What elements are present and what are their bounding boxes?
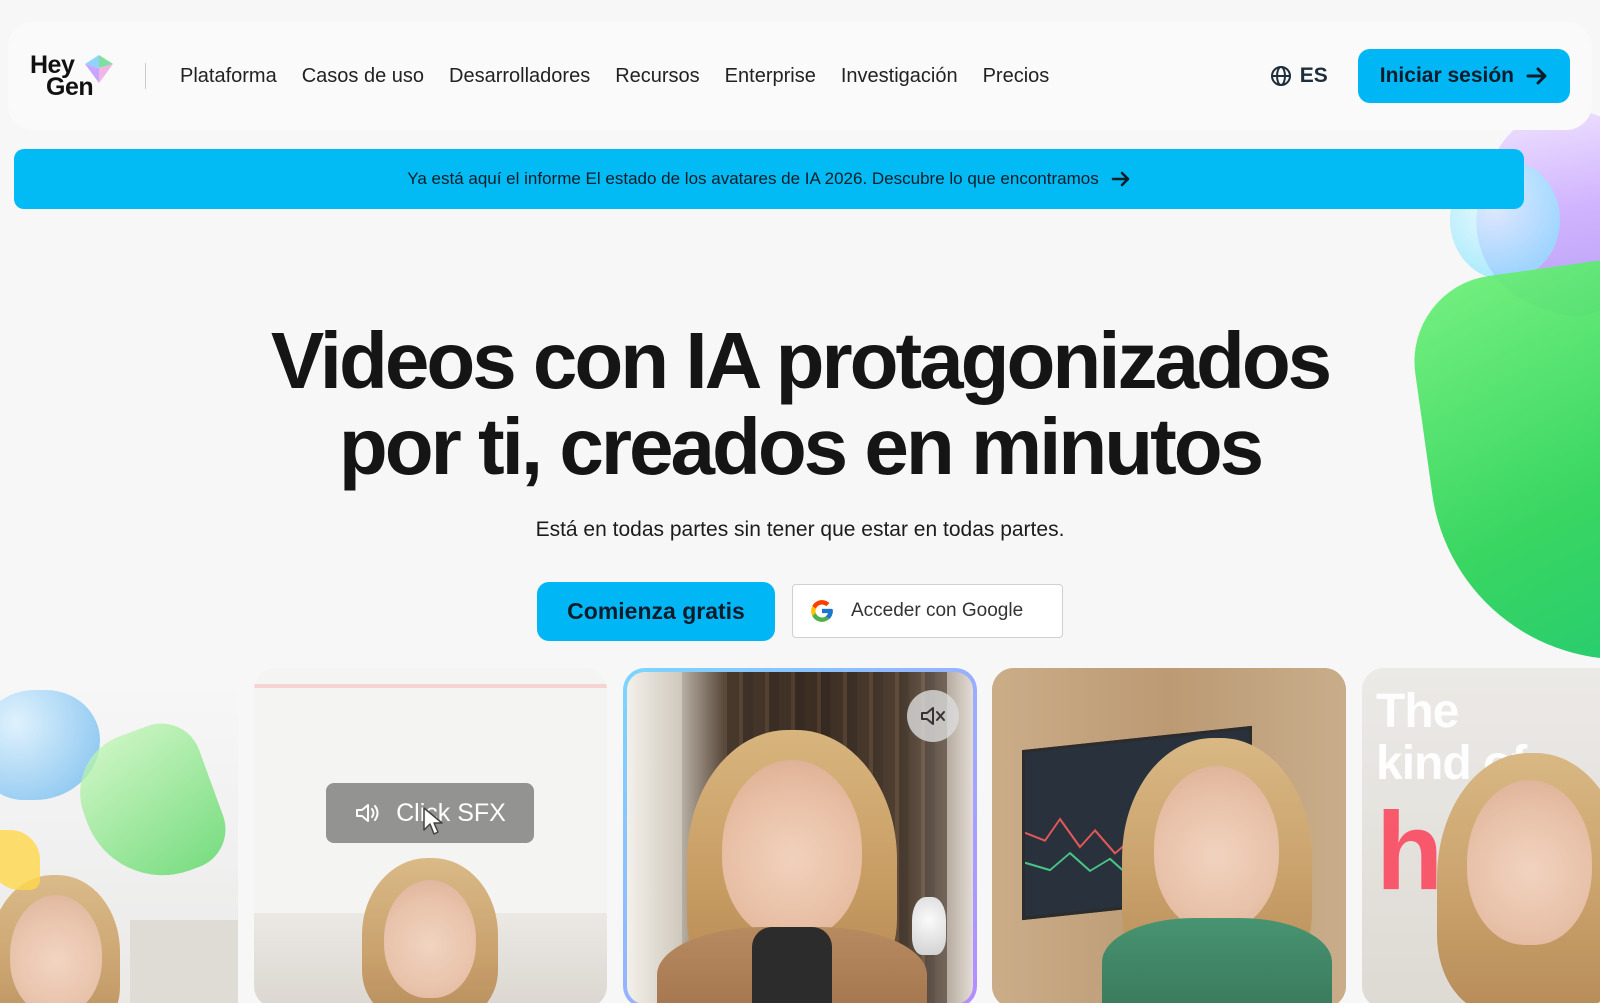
announcement-banner[interactable]: Ya está aquí el informe El estado de los…	[14, 149, 1524, 209]
mute-icon	[921, 707, 945, 725]
start-free-button[interactable]: Comienza gratis	[537, 582, 775, 641]
arrow-right-icon	[1526, 67, 1547, 85]
nav-link-desarrolladores[interactable]: Desarrolladores	[449, 65, 590, 88]
video-card-2[interactable]: Click SFX	[254, 668, 607, 1003]
nav-link-precios[interactable]: Precios	[983, 65, 1050, 88]
avatar-face	[722, 760, 862, 940]
background-wall	[130, 920, 238, 1003]
nav-divider	[145, 63, 146, 89]
vase	[912, 897, 946, 955]
mute-button[interactable]	[907, 690, 959, 742]
video-card-4[interactable]	[992, 668, 1346, 1003]
divider-line	[254, 684, 607, 688]
hero-title: Videos con IA protagonizados por ti, cre…	[0, 318, 1600, 490]
video-card-1[interactable]	[0, 690, 238, 1003]
banner-text: Ya está aquí el informe El estado de los…	[407, 169, 1099, 188]
hero-subtitle: Está en todas partes sin tener que estar…	[535, 518, 1065, 541]
heygen-logo[interactable]: Hey Gen	[30, 46, 125, 106]
sound-effect-text: Click SFX	[396, 798, 506, 827]
nav-link-recursos[interactable]: Recursos	[615, 65, 699, 88]
avatar-face	[10, 895, 102, 1003]
video-card-featured[interactable]	[623, 668, 977, 1003]
arrow-right-icon	[1111, 171, 1130, 187]
video-card-5[interactable]: The kind of h	[1362, 668, 1600, 1003]
google-signin-label: Acceder con Google	[851, 600, 1024, 621]
nav-link-investigacion[interactable]: Investigación	[841, 65, 958, 88]
avatar-jacket	[1102, 918, 1332, 1003]
navbar: Hey Gen Plataforma Casos de uso Desarrol…	[8, 22, 1592, 130]
nav-link-plataforma[interactable]: Plataforma	[180, 65, 277, 88]
speaker-icon	[356, 804, 379, 822]
login-button[interactable]: Iniciar sesión	[1357, 49, 1570, 103]
avatar-face	[1154, 766, 1279, 931]
hero-title-line-1: Videos con IA protagonizados	[270, 316, 1332, 405]
avatar-sweater	[752, 927, 832, 1003]
language-label: ES	[1299, 64, 1328, 87]
globe-icon	[1270, 66, 1291, 86]
avatar-face	[1467, 780, 1592, 945]
nav-links: Plataforma Casos de uso Desarrolladores …	[180, 65, 1049, 88]
google-icon	[811, 600, 833, 622]
card-headline-line-1: The	[1376, 685, 1459, 738]
nav-link-enterprise[interactable]: Enterprise	[725, 65, 816, 88]
nav-actions: ES Iniciar sesión	[1270, 49, 1570, 103]
language-selector[interactable]: ES	[1270, 64, 1328, 88]
heygen-logo-mark-icon	[85, 55, 113, 83]
hero-title-line-2: por ti, creados en minutos	[338, 402, 1264, 491]
cursor-icon	[423, 807, 443, 835]
card-headline-red: h	[1376, 790, 1444, 913]
google-signin-button[interactable]: Acceder con Google	[792, 584, 1063, 638]
nav-link-casos-de-uso[interactable]: Casos de uso	[302, 65, 424, 88]
avatar-face	[384, 880, 476, 998]
login-label: Iniciar sesión	[1379, 64, 1514, 87]
cta-row: Comienza gratis Acceder con Google	[537, 582, 1063, 641]
